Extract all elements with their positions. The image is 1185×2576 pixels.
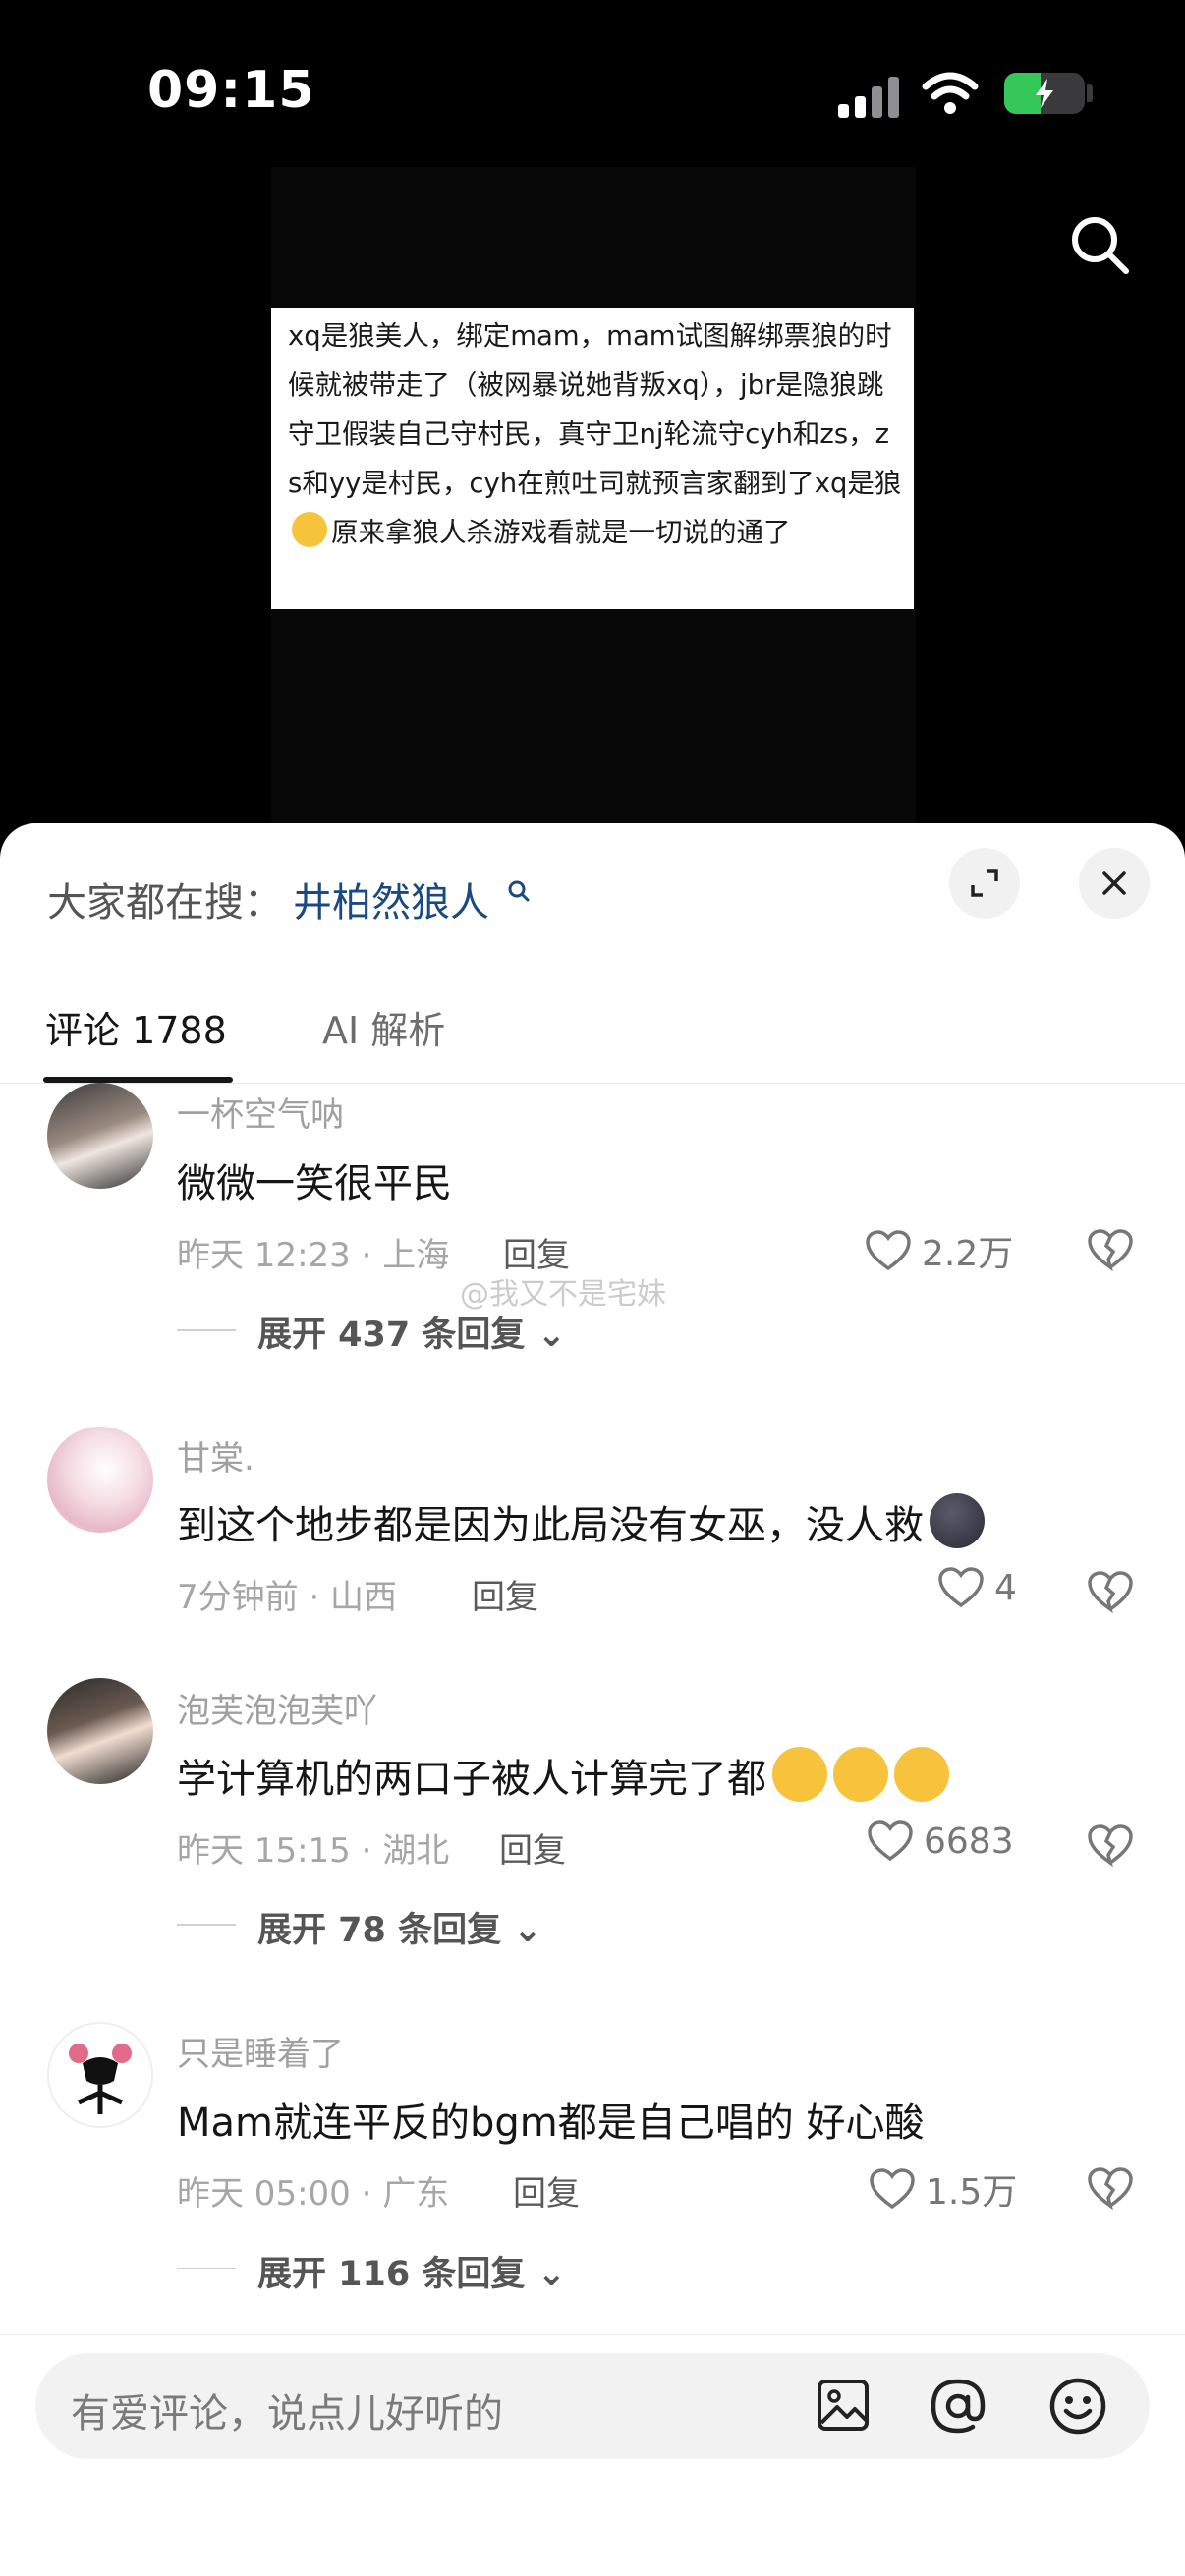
- close-icon: [1102, 871, 1126, 895]
- chevron-down-icon: ⌄: [536, 1316, 566, 1355]
- heart-icon: [866, 1230, 911, 1271]
- broken-heart-icon[interactable]: [1087, 1228, 1134, 1271]
- like-count: 4: [994, 1567, 1017, 1608]
- rofl-emoji-icon: [772, 1747, 827, 1802]
- heart-icon: [868, 1820, 913, 1862]
- tab-ai-analysis[interactable]: AI 解析: [322, 1000, 445, 1054]
- trending-search-keyword[interactable]: 井柏然狼人: [293, 870, 532, 927]
- expand-replies[interactable]: 展开 116 条回复 ⌄: [257, 2246, 566, 2296]
- like-count: 1.5万: [926, 2172, 1018, 2212]
- expand-icon: [971, 869, 998, 897]
- like-button[interactable]: 6683: [867, 1820, 1014, 1863]
- search-small-icon: [508, 880, 530, 902]
- comment-text: 到这个地步都是因为此局没有女巫，没人救: [177, 1493, 985, 1550]
- heart-icon: [938, 1567, 984, 1608]
- broken-heart-icon[interactable]: [1087, 1570, 1134, 1613]
- comment-meta: 昨天 05:00 · 广东: [177, 2174, 450, 2213]
- comment-meta: 昨天 15:15 · 湖北: [177, 1831, 450, 1871]
- avatar[interactable]: [47, 1083, 153, 1189]
- avatar[interactable]: [47, 2022, 153, 2128]
- expand-replies[interactable]: 展开 437 条回复 ⌄: [257, 1307, 566, 1357]
- rofl-emoji-icon: [894, 1747, 949, 1802]
- like-button[interactable]: 1.5万: [869, 2163, 1017, 2214]
- status-time: 09:15: [147, 61, 315, 120]
- comment-meta: 昨天 12:23 · 上海: [177, 1236, 450, 1275]
- comment-text: 学计算机的两口子被人计算完了都: [177, 1747, 949, 1804]
- emoji-icon[interactable]: [1047, 2376, 1108, 2436]
- at-icon[interactable]: [928, 2376, 988, 2436]
- video-caption-box: xq是狼美人，绑定mam，mam试图解绑票狼的时候就被带走了（被网暴说她背叛xq…: [271, 308, 914, 609]
- close-button[interactable]: [1079, 848, 1150, 919]
- rofl-emoji-icon: [833, 1747, 888, 1802]
- chevron-down-icon: ⌄: [536, 2255, 566, 2294]
- trending-search-label: 大家都在搜：: [47, 880, 283, 925]
- comment-author[interactable]: 只是睡着了: [177, 2027, 344, 2075]
- wifi-icon: [922, 72, 979, 114]
- search-icon[interactable]: [1067, 212, 1134, 279]
- signal-icon: [838, 75, 901, 118]
- like-button[interactable]: 4: [937, 1566, 1017, 1609]
- reply-button[interactable]: 回复: [499, 1823, 566, 1872]
- expand-replies[interactable]: 展开 78 条回复 ⌄: [257, 1902, 542, 1952]
- like-count: 2.2万: [922, 1234, 1014, 1274]
- chevron-down-icon: ⌄: [513, 1911, 542, 1950]
- comment-author[interactable]: 甘棠.: [177, 1431, 254, 1480]
- like-count: 6683: [924, 1820, 1014, 1862]
- comment-meta: 7分钟前 · 山西: [177, 1578, 398, 1617]
- reply-button[interactable]: 回复: [472, 1570, 538, 1618]
- heart-icon: [870, 2168, 915, 2210]
- reply-button[interactable]: 回复: [513, 2166, 580, 2214]
- comment-text: Mam就连平反的bgm都是自己唱的 好心酸: [177, 2100, 925, 2146]
- image-icon[interactable]: [814, 2376, 873, 2435]
- comment-text: 微微一笑很平民: [177, 1161, 452, 1206]
- laughing-emoji-icon: [292, 512, 327, 547]
- expand-button[interactable]: [949, 848, 1020, 919]
- comment-input-placeholder: 有爱评论，说点儿好听的: [71, 2391, 503, 2436]
- broken-heart-icon[interactable]: [1087, 2166, 1134, 2210]
- comment-author[interactable]: 一杯空气呐: [177, 1088, 344, 1136]
- like-button[interactable]: 2.2万: [865, 1225, 1013, 1276]
- broken-heart-icon[interactable]: [1087, 1823, 1134, 1867]
- comment-author[interactable]: 泡芙泡泡芙吖: [177, 1684, 377, 1732]
- battery-charging-icon: [1004, 73, 1085, 114]
- video-caption: xq是狼美人，绑定mam，mam试图解绑票狼的时候就被带走了（被网暴说她背叛xq…: [288, 320, 902, 548]
- avatar[interactable]: [47, 1678, 153, 1784]
- tab-comments[interactable]: 评论 1788: [45, 1000, 227, 1054]
- avatar[interactable]: [47, 1427, 153, 1533]
- moon-face-emoji-icon: [930, 1493, 985, 1548]
